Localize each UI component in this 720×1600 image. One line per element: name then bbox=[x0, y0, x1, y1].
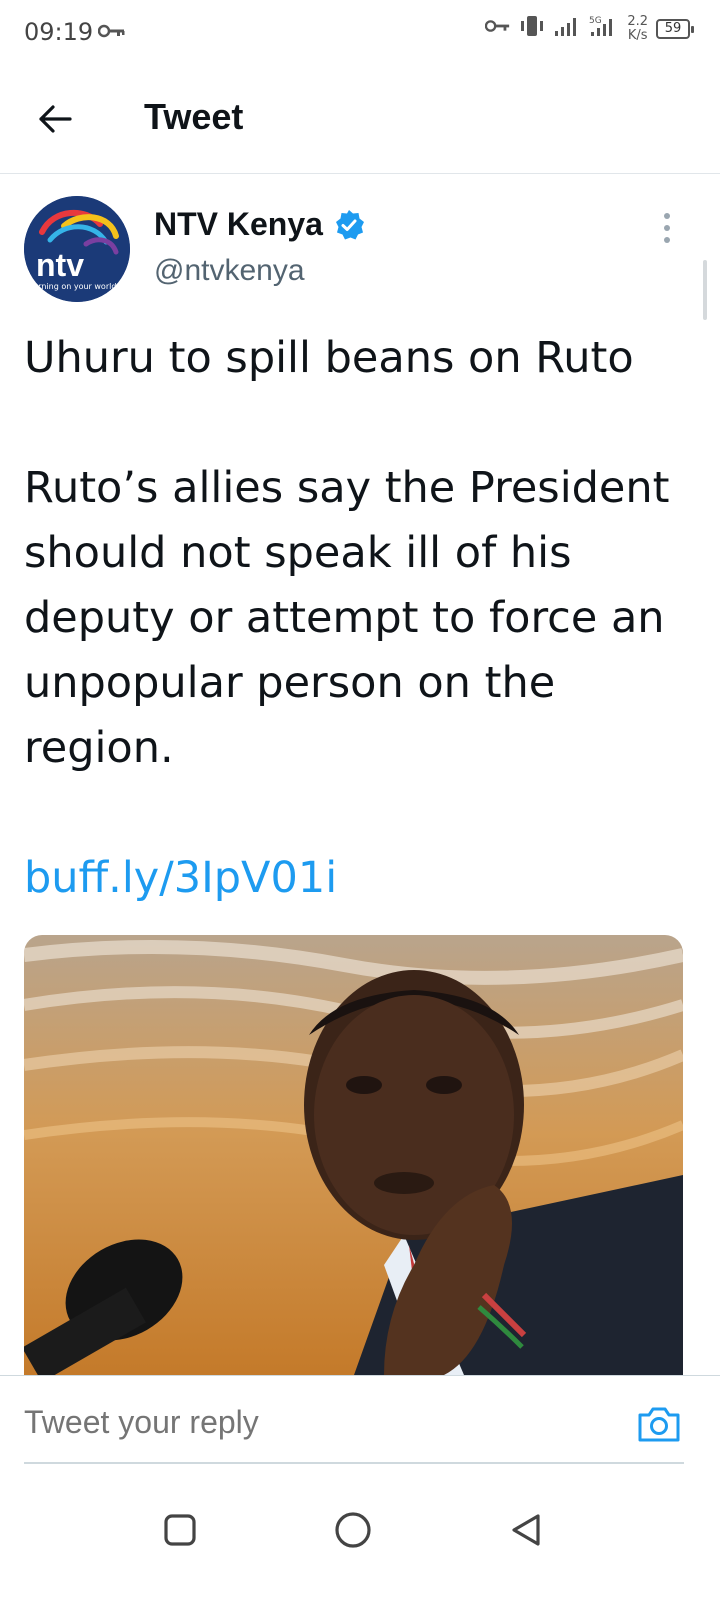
key-icon bbox=[97, 24, 126, 43]
tweet-text: Uhuru to spill beans on Ruto Ruto’s alli… bbox=[24, 326, 700, 911]
reply-input[interactable] bbox=[24, 1404, 584, 1441]
more-dot bbox=[664, 237, 670, 243]
tweet-link[interactable]: buff.ly/3IpV01i bbox=[24, 846, 700, 911]
ntv-logo: ntv turning on your world bbox=[24, 196, 130, 302]
signal-5g-icon: 5G bbox=[589, 14, 619, 43]
reply-bar bbox=[0, 1375, 720, 1467]
network-speed-unit: K/s bbox=[627, 27, 648, 43]
back-nav-button[interactable] bbox=[496, 1500, 556, 1560]
battery-level: 59 bbox=[664, 20, 682, 36]
battery-icon: 59 bbox=[656, 18, 694, 39]
author-name: NTV Kenya bbox=[154, 206, 323, 242]
reply-divider bbox=[24, 1462, 684, 1464]
signal-icon bbox=[553, 15, 581, 42]
status-bar: 09:19 5G 2.2 K/s 59 bbox=[0, 0, 720, 64]
back-button[interactable] bbox=[30, 94, 80, 144]
tweet-media-image[interactable] bbox=[24, 935, 683, 1375]
svg-text:5G: 5G bbox=[589, 16, 602, 26]
author-handle[interactable]: @ntvkenya bbox=[154, 254, 305, 288]
system-nav-bar bbox=[0, 1480, 720, 1600]
key-icon bbox=[485, 19, 511, 38]
network-speed-value: 2.2 bbox=[627, 13, 648, 29]
more-dot bbox=[664, 225, 670, 231]
camera-button[interactable] bbox=[636, 1404, 682, 1444]
camera-icon bbox=[638, 1407, 680, 1442]
recent-apps-button[interactable] bbox=[150, 1500, 210, 1560]
more-options-button[interactable] bbox=[650, 206, 684, 250]
tweet-body: Ruto’s allies say the President should n… bbox=[24, 463, 670, 773]
status-indicators: 5G 2.2 K/s 59 bbox=[485, 13, 694, 43]
photo-of-speaker bbox=[24, 935, 683, 1375]
arrow-left-icon bbox=[39, 105, 72, 133]
avatar-logo-text: ntv bbox=[36, 247, 84, 283]
avatar-tagline: turning on your world bbox=[30, 282, 116, 291]
network-speed: 2.2 K/s bbox=[627, 13, 648, 43]
scrollbar[interactable] bbox=[703, 260, 707, 320]
tweet-headline: Uhuru to spill beans on Ruto bbox=[24, 333, 634, 383]
circle-icon bbox=[335, 1512, 371, 1548]
app-header: Tweet bbox=[0, 64, 720, 174]
status-time: 09:19 bbox=[24, 18, 94, 46]
author-name-row[interactable]: NTV Kenya bbox=[154, 206, 365, 243]
page-title: Tweet bbox=[144, 96, 244, 137]
triangle-back-icon bbox=[512, 1514, 540, 1546]
avatar[interactable]: ntv turning on your world bbox=[24, 196, 130, 302]
square-icon bbox=[164, 1514, 196, 1546]
verified-badge-icon bbox=[335, 209, 364, 239]
more-dot bbox=[664, 213, 670, 219]
home-button[interactable] bbox=[323, 1500, 383, 1560]
vibrate-icon bbox=[519, 14, 545, 43]
